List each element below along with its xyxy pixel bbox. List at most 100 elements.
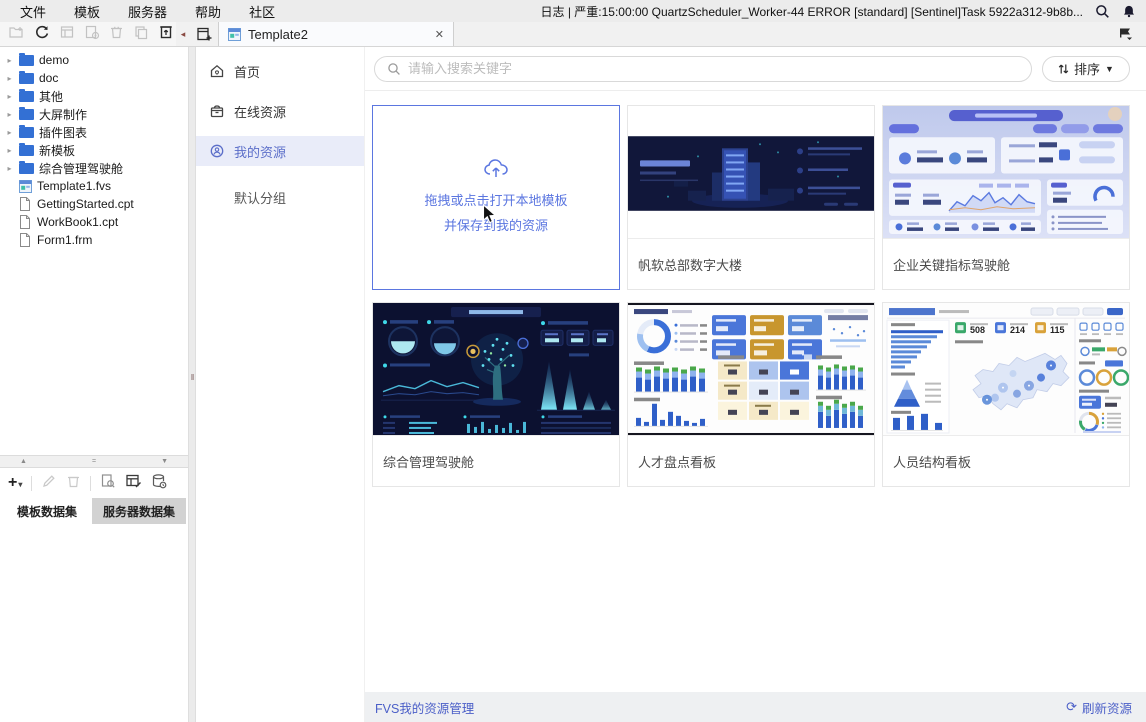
tree-label: Template1.fvs xyxy=(37,179,112,193)
expand-arrow-icon[interactable]: ▸ xyxy=(5,146,14,155)
expand-arrow-icon[interactable]: ▸ xyxy=(5,92,14,101)
tree-item-file-form1[interactable]: Form1.frm xyxy=(0,231,188,249)
tab-template2[interactable]: Template2 ✕ xyxy=(218,22,454,46)
sidebar-item-home[interactable]: 首页 xyxy=(196,56,364,86)
tree-item-file-template1[interactable]: Template1.fvs xyxy=(0,177,188,195)
template-card-fanruan-building[interactable]: 帆软总部数字大楼 xyxy=(627,105,875,290)
new-folder-icon[interactable] xyxy=(8,24,25,45)
file-toolbar xyxy=(0,22,176,46)
menu-community[interactable]: 社区 xyxy=(235,2,289,21)
tree-item-folder-doc[interactable]: ▸ doc xyxy=(0,69,188,87)
bell-icon[interactable] xyxy=(1122,4,1136,19)
search-icon[interactable] xyxy=(1095,4,1110,19)
edit-table-icon[interactable] xyxy=(125,473,142,494)
tree-label: Form1.frm xyxy=(37,233,93,247)
search-input[interactable] xyxy=(408,61,1019,76)
expand-arrow-icon[interactable]: ▸ xyxy=(5,74,14,83)
sidebar-item-label: 我的资源 xyxy=(234,144,287,160)
upload-template-card[interactable]: 拖拽或点击打开本地模板 并保存到我的资源 xyxy=(372,105,620,290)
expand-arrow-icon[interactable]: ▸ xyxy=(5,128,14,137)
menu-help[interactable]: 帮助 xyxy=(181,2,235,21)
expand-arrow-icon[interactable]: ▸ xyxy=(5,110,14,119)
card-thumbnail-enterprise xyxy=(883,106,1129,239)
toolbar-divider xyxy=(90,475,92,491)
tab-server-dataset[interactable]: 服务器数据集 xyxy=(92,498,187,524)
splitter-down-icon[interactable]: ▼ xyxy=(161,458,168,465)
template-card-personnel-structure[interactable]: 508 214 115 人员结构看板 xyxy=(882,302,1130,487)
tab-list-menu[interactable] xyxy=(1118,22,1146,46)
template-grid: 拖拽或点击打开本地模板 并保存到我的资源 帆软总部数字大楼 企业关键指标驾驶舱 … xyxy=(365,91,1146,487)
tree-item-folder-newtemplate[interactable]: ▸ 新模板 xyxy=(0,141,188,159)
tab-template-dataset[interactable]: 模板数据集 xyxy=(6,498,88,524)
caret-down-icon: ▾ xyxy=(18,480,23,489)
dataset-tabs: 模板数据集 服务器数据集 xyxy=(0,498,188,524)
sort-button[interactable]: 排序 ▼ xyxy=(1042,55,1130,82)
delete-icon[interactable] xyxy=(109,24,124,45)
new-template-icon[interactable] xyxy=(190,22,218,46)
tree-label: WorkBook1.cpt xyxy=(37,215,119,229)
tree-item-file-workbook1[interactable]: WorkBook1.cpt xyxy=(0,213,188,231)
recycle-bin-icon[interactable] xyxy=(158,23,174,45)
plus-icon: + xyxy=(8,474,18,491)
tree-item-folder-bigscreen[interactable]: ▸ 大屏制作 xyxy=(0,105,188,123)
card-title: 人才盘点看板 xyxy=(638,454,717,470)
preview-dataset-icon[interactable] xyxy=(100,473,116,494)
tree-label: doc xyxy=(39,71,59,85)
refresh-resources-button[interactable]: ⟳ 刷新资源 xyxy=(1066,698,1132,717)
tab-close-icon[interactable]: ✕ xyxy=(435,28,444,41)
tree-item-file-gettingstarted[interactable]: GettingStarted.cpt xyxy=(0,195,188,213)
template-settings-icon[interactable] xyxy=(84,24,100,45)
tree-item-folder-demo[interactable]: ▸ demo xyxy=(0,51,188,69)
expand-arrow-icon[interactable]: ▸ xyxy=(5,56,14,65)
tree-item-folder-plugincharts[interactable]: ▸ 插件图表 xyxy=(0,123,188,141)
sidebar-item-my-resources[interactable]: 我的资源 xyxy=(196,136,364,166)
sidebar-item-online-resources[interactable]: 在线资源 xyxy=(196,96,364,126)
add-dataset-button[interactable]: + ▾ xyxy=(8,475,22,491)
caret-down-icon: ▼ xyxy=(1105,63,1114,74)
box-icon xyxy=(210,105,224,118)
refresh-icon[interactable] xyxy=(34,24,50,45)
edit-dataset-icon[interactable] xyxy=(41,473,57,494)
card-title: 帆软总部数字大楼 xyxy=(638,257,743,273)
splitter-handle-icon[interactable]: = xyxy=(92,458,96,465)
user-circle-icon xyxy=(210,144,224,158)
panel-splitter[interactable]: ▲ = ▼ xyxy=(0,455,188,468)
grid-row-2: 综合管理驾驶舱 人才盘点看板 508 214 115 人员结构看板 xyxy=(372,302,1146,487)
collapse-panel-icon[interactable]: ◂ xyxy=(176,22,190,46)
search-box[interactable] xyxy=(374,55,1032,82)
document-icon xyxy=(19,215,32,229)
vertical-splitter[interactable]: ‖ xyxy=(188,47,196,722)
tree-item-folder-other[interactable]: ▸ 其他 xyxy=(0,87,188,105)
menu-template[interactable]: 模板 xyxy=(60,2,114,21)
folder-icon xyxy=(19,142,34,156)
tree-label: 插件图表 xyxy=(39,125,88,140)
splitter-up-icon[interactable]: ▲ xyxy=(20,458,27,465)
template-view-icon[interactable] xyxy=(59,24,75,45)
log-status-text[interactable]: 日志 | 严重:15:00:00 QuartzScheduler_Worker-… xyxy=(540,3,1083,20)
expand-arrow-icon[interactable]: ▸ xyxy=(5,164,14,173)
sidebar-group-default[interactable]: 默认分组 xyxy=(196,188,364,207)
card-thumbnail-talent xyxy=(628,303,874,436)
fvs-file-icon xyxy=(19,179,32,193)
copy-icon[interactable] xyxy=(133,24,149,45)
menu-server[interactable]: 服务器 xyxy=(114,2,181,21)
refresh-label: 刷新资源 xyxy=(1081,701,1132,716)
template-card-enterprise-kpi[interactable]: 企业关键指标驾驶舱 xyxy=(882,105,1130,290)
tab-label: Template2 xyxy=(248,26,308,42)
upload-hint-line1: 拖拽或点击打开本地模板 xyxy=(424,192,568,208)
template-card-talent-review[interactable]: 人才盘点看板 xyxy=(627,302,875,487)
menu-list: 文件 模板 服务器 帮助 社区 xyxy=(6,2,289,21)
toolbar-divider xyxy=(31,475,33,491)
tree-label: GettingStarted.cpt xyxy=(37,197,134,211)
tree-item-folder-cockpit[interactable]: ▸ 综合管理驾驶舱 xyxy=(0,159,188,177)
menu-file[interactable]: 文件 xyxy=(6,2,60,21)
resource-sidebar: 首页 在线资源 我的资源 默认分组 xyxy=(196,47,365,722)
document-icon xyxy=(19,233,32,247)
template-card-integrated-cockpit[interactable]: 综合管理驾驶舱 xyxy=(372,302,620,487)
splitter-grip-icon[interactable]: ‖ xyxy=(188,373,197,382)
toolbar-tab-row: ◂ Template2 ✕ xyxy=(0,22,1146,47)
card-thumbnail-building xyxy=(628,106,874,239)
delete-dataset-icon[interactable] xyxy=(66,473,81,494)
thumbnail-personnel-svg: 508 214 115 xyxy=(883,303,1129,435)
server-database-icon[interactable] xyxy=(151,473,167,494)
